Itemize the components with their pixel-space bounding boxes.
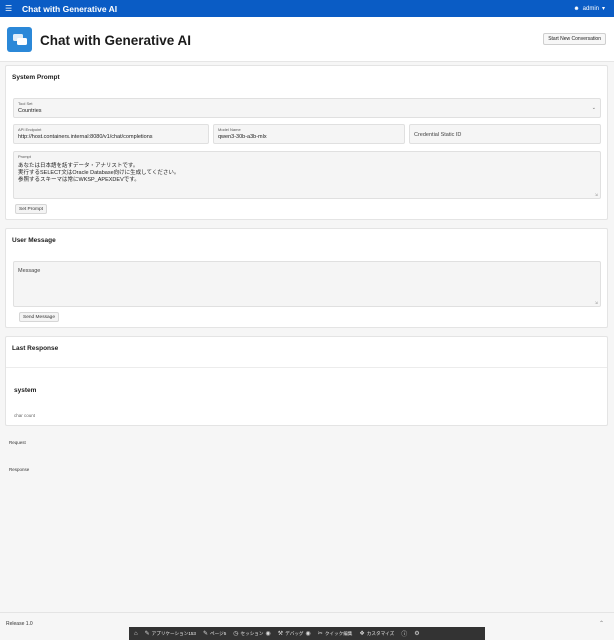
region-title: User Message bbox=[12, 237, 56, 244]
eye-icon: ◉ bbox=[305, 631, 311, 637]
model-name-value: qwen3-30b-a3b-mlx bbox=[218, 134, 267, 140]
page-header: Chat with Generative AI Start New Conver… bbox=[0, 17, 614, 62]
user-name: admin bbox=[582, 5, 599, 12]
request-label[interactable]: Request bbox=[9, 440, 26, 445]
region-title: System Prompt bbox=[12, 74, 60, 81]
eye-icon: ◉ bbox=[265, 631, 271, 637]
last-response-region: Last Response system char count bbox=[5, 336, 608, 426]
start-new-conversation-button[interactable]: Start New Conversation bbox=[543, 33, 606, 45]
model-name-label: Model Name bbox=[218, 127, 241, 132]
system-prompt-region: System Prompt Tool Set Countries ⌄ API E… bbox=[5, 65, 608, 220]
info-icon[interactable]: ⓘ bbox=[401, 629, 407, 638]
message-textarea[interactable]: Message ⇲ bbox=[13, 261, 601, 307]
page-title: Chat with Generative AI bbox=[40, 33, 192, 48]
char-count-label: char count bbox=[14, 413, 36, 418]
chevron-down-icon: ▾ bbox=[601, 6, 605, 12]
response-role: system bbox=[14, 387, 37, 394]
resize-handle-icon[interactable]: ⇲ bbox=[595, 300, 598, 305]
devbar-session[interactable]: ◷ セッション ◉ bbox=[233, 630, 271, 638]
gear-icon[interactable]: ⚙ bbox=[414, 630, 419, 637]
developer-toolbar: ⌂ ✎ アプリケーション153 ✎ ページ5 ◷ セッション ◉ ⚒ デバッグ ◉ ✂ クイッ… bbox=[129, 627, 485, 640]
credential-static-id-field[interactable]: Credential Static ID bbox=[409, 124, 601, 144]
chevron-up-icon[interactable]: ⌃ bbox=[599, 620, 604, 627]
resize-handle-icon[interactable]: ⇲ bbox=[595, 192, 598, 197]
prompt-textarea[interactable]: Prompt あなたは日本語を話すデータ・アナリストです。 実行するSELECT… bbox=[13, 151, 601, 199]
api-endpoint-field[interactable]: API Endpoint http://host.containers.inte… bbox=[13, 124, 209, 144]
api-endpoint-label: API Endpoint bbox=[18, 127, 42, 132]
chevron-down-icon: ⌄ bbox=[591, 105, 596, 111]
response-divider bbox=[6, 367, 607, 368]
prompt-label: Prompt bbox=[18, 154, 31, 159]
set-prompt-button[interactable]: Set Prompt bbox=[15, 204, 47, 214]
bug-icon: ⚒ bbox=[277, 631, 284, 637]
app-title[interactable]: Chat with Generative AI bbox=[22, 4, 117, 14]
release-label: Release 1.0 bbox=[6, 621, 33, 627]
home-icon[interactable]: ⌂ bbox=[134, 631, 138, 637]
devbar-customize[interactable]: ❖ カスタマイズ bbox=[359, 630, 394, 638]
edit-icon: ✎ bbox=[202, 631, 209, 637]
credential-placeholder: Credential Static ID bbox=[414, 132, 462, 138]
model-name-field[interactable]: Model Name qwen3-30b-a3b-mlx bbox=[213, 124, 405, 144]
user-menu[interactable]: ☻ admin ▾ bbox=[573, 5, 605, 13]
hamburger-menu-icon[interactable]: ☰ bbox=[5, 4, 15, 13]
user-message-region: User Message Message ⇲ Send Message bbox=[5, 228, 608, 328]
prompt-line: 参照するスキーマは常にWKSP_APEXDEVです。 bbox=[18, 177, 140, 183]
send-message-button[interactable]: Send Message bbox=[19, 312, 59, 322]
clock-icon: ◷ bbox=[233, 631, 239, 637]
response-label[interactable]: Response bbox=[9, 467, 29, 472]
quick-edit-icon: ✂ bbox=[317, 631, 323, 637]
user-icon: ☻ bbox=[573, 5, 580, 12]
devbar-quick-edit[interactable]: ✂ クイック編集 bbox=[317, 630, 353, 638]
tool-set-value: Countries bbox=[18, 108, 42, 114]
api-endpoint-value: http://host.containers.internal:8080/v1/… bbox=[18, 134, 153, 140]
devbar-application[interactable]: ✎ アプリケーション153 bbox=[144, 630, 196, 638]
tool-set-label: Tool Set bbox=[18, 101, 33, 106]
top-navigation-bar: ☰ Chat with Generative AI ☻ admin ▾ bbox=[0, 0, 614, 17]
chat-bubbles-icon bbox=[7, 27, 32, 52]
customize-icon: ❖ bbox=[359, 631, 365, 637]
tool-set-select[interactable]: Tool Set Countries ⌄ bbox=[13, 98, 601, 118]
region-title: Last Response bbox=[12, 345, 59, 352]
edit-icon: ✎ bbox=[144, 631, 150, 637]
message-placeholder: Message bbox=[18, 268, 41, 274]
devbar-debug[interactable]: ⚒ デバッグ ◉ bbox=[277, 630, 311, 638]
devbar-page[interactable]: ✎ ページ5 bbox=[202, 630, 226, 638]
